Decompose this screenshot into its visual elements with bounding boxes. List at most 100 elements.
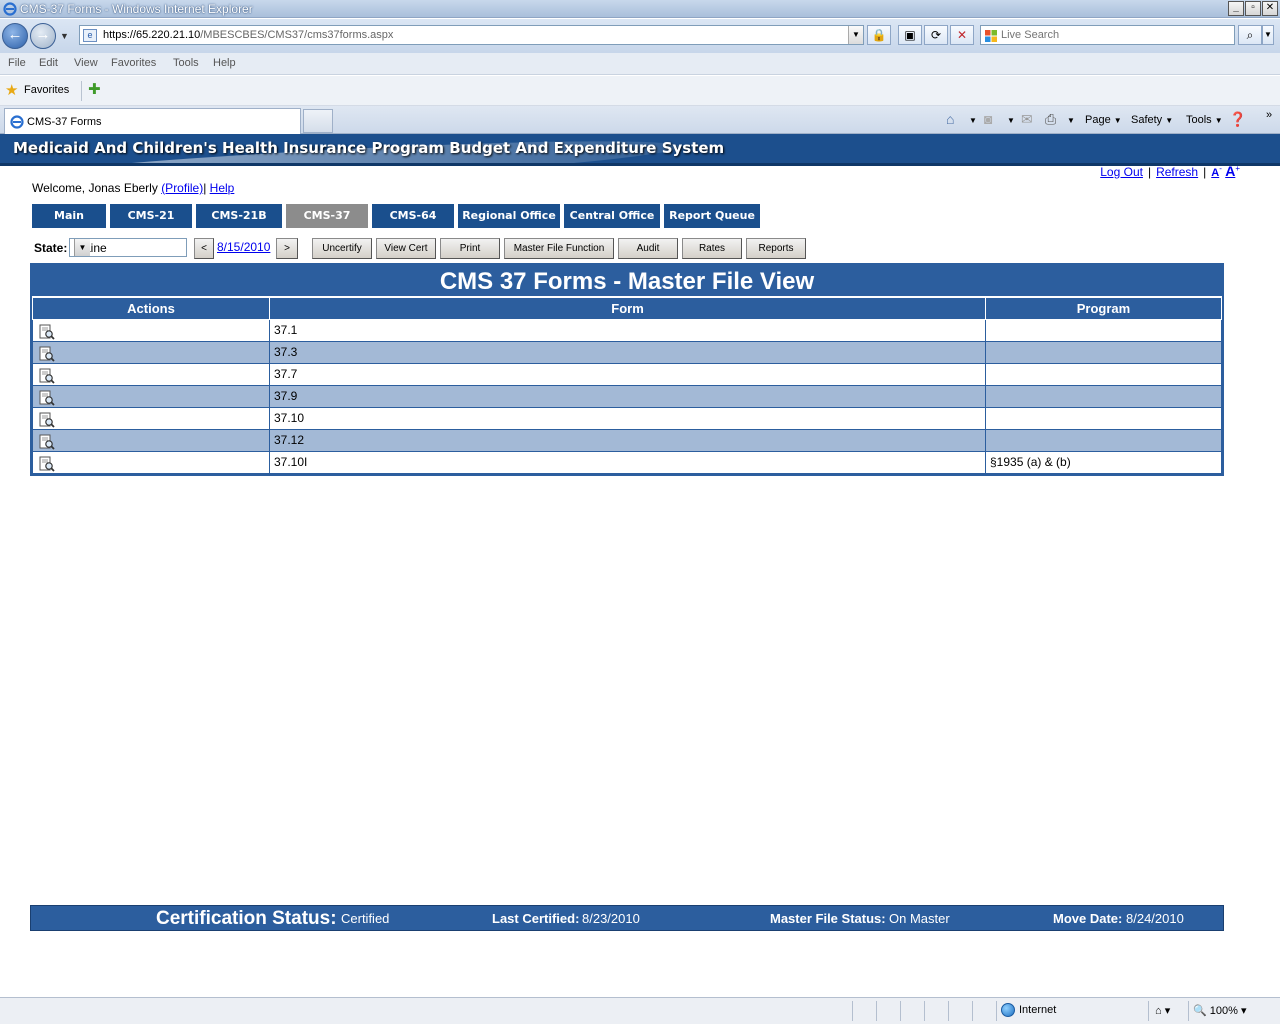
forward-button[interactable]: → bbox=[30, 23, 56, 49]
master-file-function-button[interactable]: Master File Function bbox=[504, 238, 614, 259]
tab-cms-21b[interactable]: CMS-21B bbox=[196, 204, 284, 228]
add-to-favorites-bar-icon[interactable]: ✚ bbox=[88, 82, 101, 97]
view-form-icon[interactable] bbox=[39, 434, 55, 450]
search-icon[interactable]: ⌕ bbox=[1238, 25, 1262, 45]
protected-mode-icon[interactable]: ⌂ ▾ bbox=[1155, 1004, 1170, 1017]
browser-status-bar: Internet ⌂ ▾ 🔍 100% ▾ bbox=[0, 997, 1280, 1024]
stop-icon[interactable]: ✕ bbox=[950, 25, 974, 45]
state-select[interactable]: Maine ▼ bbox=[69, 238, 187, 257]
view-form-icon[interactable] bbox=[39, 456, 55, 472]
tools-menu[interactable]: Tools ▼ bbox=[1186, 114, 1223, 126]
program-cell bbox=[985, 384, 1222, 408]
history-dropdown-icon[interactable]: ▼ bbox=[60, 31, 69, 41]
menu-bar: File Edit View Favorites Tools Help bbox=[0, 53, 1280, 75]
menu-view[interactable]: View bbox=[74, 57, 98, 69]
compatibility-view-icon[interactable]: ▣ bbox=[898, 25, 922, 45]
close-window-button[interactable]: ✕ bbox=[1262, 1, 1278, 16]
feeds-dropdown-icon[interactable]: ▼ bbox=[1004, 114, 1015, 126]
master-file-panel: CMS 37 Forms - Master File View Actions … bbox=[30, 263, 1224, 476]
state-label: State: bbox=[34, 241, 68, 255]
ie-logo-icon bbox=[3, 2, 17, 16]
menu-file[interactable]: File bbox=[8, 57, 26, 69]
table-row: 37.12 bbox=[32, 428, 1222, 452]
view-form-icon[interactable] bbox=[39, 346, 55, 362]
mail-icon[interactable]: ✉ bbox=[1021, 112, 1033, 126]
menu-tools[interactable]: Tools bbox=[173, 57, 199, 69]
home-dropdown-icon[interactable]: ▼ bbox=[966, 114, 977, 126]
tab-regional-office[interactable]: Regional Office bbox=[458, 204, 562, 228]
safety-menu[interactable]: Safety ▼ bbox=[1131, 114, 1173, 126]
chevron-right-icon[interactable]: » bbox=[1266, 109, 1272, 121]
program-cell bbox=[985, 362, 1222, 386]
view-form-icon[interactable] bbox=[39, 368, 55, 384]
form-cell: 37.10 bbox=[269, 406, 986, 430]
logout-link[interactable]: Log Out bbox=[1100, 165, 1143, 179]
program-cell bbox=[985, 428, 1222, 452]
form-cell: 37.12 bbox=[269, 428, 986, 452]
tab-report-queue[interactable]: Report Queue bbox=[664, 204, 762, 228]
tab-main[interactable]: Main bbox=[32, 204, 108, 228]
new-tab-button[interactable] bbox=[303, 109, 333, 133]
favorites-button[interactable]: Favorites bbox=[24, 84, 69, 96]
view-form-icon[interactable] bbox=[39, 390, 55, 406]
chevron-down-icon[interactable]: ▼ bbox=[74, 239, 90, 256]
menu-help[interactable]: Help bbox=[213, 57, 236, 69]
search-options-dropdown-icon[interactable]: ▼ bbox=[1262, 25, 1274, 45]
welcome-line: Welcome, Jonas Eberly (Profile)| Help bbox=[32, 181, 235, 195]
view-form-icon[interactable] bbox=[39, 412, 55, 428]
rates-button[interactable]: Rates bbox=[682, 238, 742, 259]
search-box[interactable] bbox=[980, 25, 1235, 45]
address-field[interactable]: e https://65.220.21.10/MBESCBES/CMS37/cm… bbox=[79, 25, 864, 45]
menu-edit[interactable]: Edit bbox=[39, 57, 58, 69]
prev-date-button[interactable]: < bbox=[194, 238, 214, 259]
security-zone: Internet bbox=[1019, 1004, 1057, 1016]
last-certified-label: Last Certified: bbox=[492, 911, 580, 926]
uncertify-button[interactable]: Uncertify bbox=[312, 238, 372, 259]
next-date-button[interactable]: > bbox=[276, 238, 298, 259]
menu-favorites[interactable]: Favorites bbox=[111, 57, 156, 69]
minimize-button[interactable]: _ bbox=[1228, 1, 1244, 16]
feeds-icon[interactable]: ◙ bbox=[984, 112, 992, 126]
profile-link[interactable]: (Profile) bbox=[161, 181, 203, 195]
form-cell: 37.10I bbox=[269, 450, 986, 474]
refresh-link[interactable]: Refresh bbox=[1156, 165, 1198, 179]
actions-cell bbox=[32, 340, 270, 364]
panel-title: CMS 37 Forms - Master File View bbox=[32, 265, 1222, 298]
form-cell: 37.3 bbox=[269, 340, 986, 364]
browser-tab[interactable]: CMS-37 Forms bbox=[4, 108, 301, 134]
column-header-program: Program bbox=[985, 298, 1222, 320]
zoom-icon: 🔍 bbox=[1193, 1005, 1207, 1017]
page-menu[interactable]: Page ▼ bbox=[1085, 114, 1122, 126]
maximize-button[interactable]: ▫ bbox=[1245, 1, 1261, 16]
window-title-bar: CMS-37 Forms - Windows Internet Explorer… bbox=[0, 0, 1280, 18]
tab-cms-21[interactable]: CMS-21 bbox=[110, 204, 194, 228]
refresh-browser-icon[interactable]: ⟳ bbox=[924, 25, 948, 45]
zoom-control[interactable]: 🔍 100% ▾ bbox=[1193, 1004, 1246, 1017]
lock-icon[interactable]: 🔒 bbox=[867, 25, 891, 45]
date-link[interactable]: 8/15/2010 bbox=[217, 240, 270, 254]
help-link[interactable]: Help bbox=[210, 181, 235, 195]
font-increase-link[interactable]: A bbox=[1225, 163, 1235, 179]
favorites-star-icon[interactable]: ★ bbox=[5, 83, 18, 98]
view-cert-button[interactable]: View Cert bbox=[376, 238, 436, 259]
help-icon[interactable]: ❓ bbox=[1229, 112, 1246, 126]
back-button[interactable]: ← bbox=[2, 23, 28, 49]
address-dropdown-icon[interactable]: ▼ bbox=[848, 26, 863, 44]
program-cell: §1935 (a) & (b) bbox=[985, 450, 1222, 474]
search-input[interactable] bbox=[1001, 27, 1231, 43]
audit-button[interactable]: Audit bbox=[618, 238, 678, 259]
divider bbox=[81, 81, 82, 101]
print-icon[interactable]: ⎙ bbox=[1045, 112, 1056, 126]
home-icon[interactable]: ⌂ bbox=[946, 112, 954, 126]
print-button[interactable]: Print bbox=[440, 238, 500, 259]
print-dropdown-icon[interactable]: ▼ bbox=[1064, 114, 1075, 126]
tab-cms-64[interactable]: CMS-64 bbox=[372, 204, 456, 228]
font-decrease-link[interactable]: A bbox=[1211, 167, 1219, 179]
tab-cms-37[interactable]: CMS-37 bbox=[286, 204, 370, 228]
view-form-icon[interactable] bbox=[39, 324, 55, 340]
actions-cell bbox=[32, 318, 270, 342]
tab-central-office[interactable]: Central Office bbox=[564, 204, 662, 228]
program-cell bbox=[985, 340, 1222, 364]
reports-button[interactable]: Reports bbox=[746, 238, 806, 259]
cert-status-label: Certification Status: bbox=[156, 908, 337, 929]
